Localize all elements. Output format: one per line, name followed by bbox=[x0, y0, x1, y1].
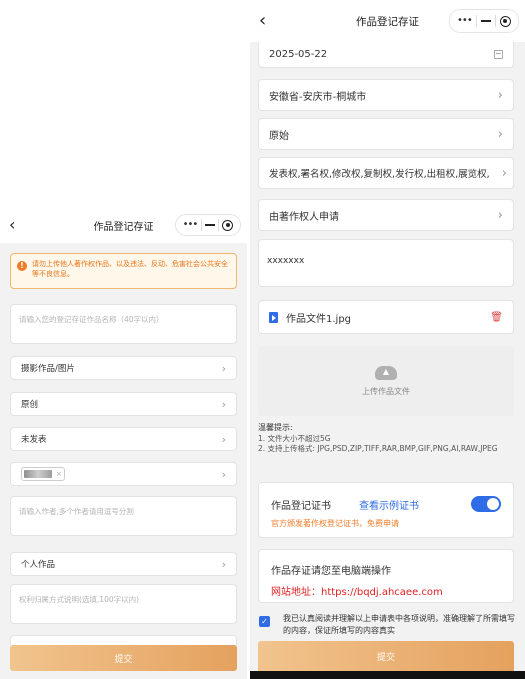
left-navbar: ‹ 作品登记存证 ••• bbox=[0, 207, 247, 243]
file-info: 作品文件1.jpg bbox=[269, 310, 351, 325]
chevron-right-icon: › bbox=[497, 87, 503, 103]
creation-nature-select[interactable]: 原创 › bbox=[10, 392, 237, 416]
rights-placeholder: 权利归属方式说明(选填,100字以内) bbox=[19, 595, 140, 604]
chevron-right-icon: › bbox=[497, 207, 503, 223]
capsule-divider bbox=[200, 219, 202, 231]
pc-notice-card: 作品存证请您至电脑端操作 网站地址：https://bqdj.ahcaee.co… bbox=[258, 549, 514, 603]
tip-size: 1. 文件大小不超过5G bbox=[258, 433, 331, 443]
work-type-select[interactable]: 摄影作品/图片 › bbox=[10, 356, 237, 380]
author-placeholder: 请输入作者,多个作者请用逗号分割 bbox=[19, 507, 134, 516]
capsule-divider bbox=[494, 15, 496, 27]
chevron-right-icon: › bbox=[221, 432, 226, 446]
chevron-right-icon: › bbox=[221, 467, 226, 481]
close-target-icon[interactable] bbox=[499, 15, 511, 27]
page-title: 作品登记存证 bbox=[93, 221, 154, 233]
creation-nature-value: 原创 bbox=[21, 400, 39, 410]
tip-formats: 2. 支持上传格式: JPG,PSD,ZIP,TIFF,RAR,BMP,GIF,… bbox=[258, 444, 498, 453]
capsule-divider bbox=[475, 15, 477, 27]
warning-text: 请勿上传他人著作权作品、以及违法、反动、危害社会公共安全等不良信息。 bbox=[32, 260, 228, 278]
date-value: 2025-05-22 bbox=[269, 49, 328, 60]
agreement-text: 我已认真阅读并理解以上申请表中各项说明，准确理解了所需填写的内容，保证所填写的内… bbox=[283, 614, 515, 635]
certificate-subtitle: 官方颁发著作权登记证书，免费申请 bbox=[271, 519, 399, 528]
uploaded-file-item: 作品文件1.jpg 🗑 bbox=[258, 300, 514, 334]
page-title: 作品登记存证 bbox=[356, 15, 419, 28]
next-field-partial bbox=[10, 635, 237, 645]
tips-block: 温馨提示: 1. 文件大小不超过5G 2. 支持上传格式: JPG,PSD,ZI… bbox=[258, 423, 518, 455]
upload-label: 上传作品文件 bbox=[362, 386, 410, 396]
right-phone-screen: ‹ 作品登记存证 ••• 2025-05-22 安徽省-安庆市-桐城市 › 原始… bbox=[250, 0, 525, 679]
tips-title: 温馨提示: bbox=[258, 423, 293, 432]
more-dots-icon[interactable]: ••• bbox=[183, 220, 199, 230]
file-icon bbox=[269, 311, 278, 323]
capsule-divider bbox=[218, 219, 220, 231]
upload-area[interactable]: 上传作品文件 bbox=[258, 346, 514, 416]
location-select[interactable]: 安徽省-安庆市-桐城市 › bbox=[258, 79, 514, 111]
description-value: xxxxxxx bbox=[267, 256, 305, 266]
work-name-placeholder: 请输入您的登记存证作品名称（40字以内） bbox=[19, 315, 164, 324]
pc-notice-text: 作品存证请您至电脑端操作 bbox=[271, 566, 391, 577]
submit-button[interactable]: 提交 bbox=[10, 645, 237, 671]
checkbox-checked-icon[interactable]: ✓ bbox=[259, 616, 270, 627]
rights-select[interactable]: 发表权,署名权,修改权,复制权,发行权,出租权,展览权, › bbox=[258, 157, 514, 189]
back-icon[interactable]: ‹ bbox=[9, 217, 15, 233]
warning-banner: ! 请勿上传他人著作权作品、以及违法、反动、危害社会公共安全等不良信息。 bbox=[10, 253, 237, 289]
applicant-value: 由著作权人申请 bbox=[269, 211, 339, 223]
work-type-value: 摄影作品/图片 bbox=[21, 364, 75, 374]
chevron-right-icon: › bbox=[497, 126, 503, 142]
trash-icon[interactable]: 🗑 bbox=[490, 312, 503, 323]
close-target-icon[interactable] bbox=[222, 219, 234, 231]
bottom-bar bbox=[250, 671, 525, 679]
location-value: 安徽省-安庆市-桐城市 bbox=[269, 91, 367, 103]
work-name-input[interactable]: 请输入您的登记存证作品名称（40字以内） bbox=[10, 304, 237, 344]
calendar-icon bbox=[494, 50, 503, 59]
certificate-header: 作品登记证书 查看示例证书 bbox=[271, 497, 501, 512]
certificate-toggle[interactable] bbox=[471, 496, 501, 512]
chevron-right-icon: › bbox=[221, 361, 226, 375]
certificate-card: 作品登记证书 查看示例证书 官方颁发著作权登记证书，免费申请 bbox=[258, 482, 514, 538]
author-chip[interactable]: × bbox=[21, 467, 65, 481]
chevron-right-icon: › bbox=[221, 397, 226, 411]
chevron-right-icon: › bbox=[501, 165, 507, 181]
applicant-select[interactable]: 由著作权人申请 › bbox=[258, 199, 514, 231]
more-dots-icon[interactable]: ••• bbox=[457, 16, 473, 26]
publish-status-select[interactable]: 未发表 › bbox=[10, 427, 237, 451]
miniprogram-capsule: ••• bbox=[449, 9, 519, 33]
author-chip-select[interactable]: × › bbox=[10, 462, 237, 486]
certificate-title: 作品登记证书 bbox=[271, 501, 331, 512]
rights-value: 发表权,署名权,修改权,复制权,发行权,出租权,展览权, bbox=[269, 169, 490, 180]
miniprogram-capsule: ••• bbox=[175, 214, 241, 236]
minimize-icon[interactable] bbox=[480, 20, 491, 22]
original-select[interactable]: 原始 › bbox=[258, 118, 514, 150]
cloud-upload-icon bbox=[375, 365, 397, 380]
back-icon[interactable]: ‹ bbox=[259, 12, 266, 30]
rights-description-input[interactable]: 权利归属方式说明(选填,100字以内) bbox=[10, 584, 237, 624]
website-url[interactable]: 网站地址：https://bqdj.ahcaee.com bbox=[271, 583, 501, 598]
chevron-right-icon: › bbox=[221, 557, 226, 571]
original-value: 原始 bbox=[269, 130, 289, 142]
author-input[interactable]: 请输入作者,多个作者请用逗号分割 bbox=[10, 496, 237, 536]
view-sample-certificate-link[interactable]: 查看示例证书 bbox=[359, 497, 419, 512]
submit-button[interactable]: 提交 bbox=[258, 641, 514, 671]
date-picker[interactable]: 2025-05-22 bbox=[258, 42, 514, 68]
publish-status-value: 未发表 bbox=[21, 435, 47, 445]
warning-icon: ! bbox=[17, 261, 27, 271]
file-name: 作品文件1.jpg bbox=[286, 313, 352, 325]
minimize-icon[interactable] bbox=[204, 224, 215, 226]
ownership-value: 个人作品 bbox=[21, 560, 56, 570]
left-phone-screen: ‹ 作品登记存证 ••• ! 请勿上传他人著作权作品、以及违法、反动、危害社会公… bbox=[0, 207, 247, 679]
ownership-select[interactable]: 个人作品 › bbox=[10, 552, 237, 576]
description-input[interactable]: xxxxxxx bbox=[258, 239, 514, 287]
chip-remove-icon[interactable]: × bbox=[56, 470, 62, 478]
right-navbar: ‹ 作品登记存证 ••• bbox=[250, 0, 525, 42]
redacted-name bbox=[24, 470, 52, 478]
